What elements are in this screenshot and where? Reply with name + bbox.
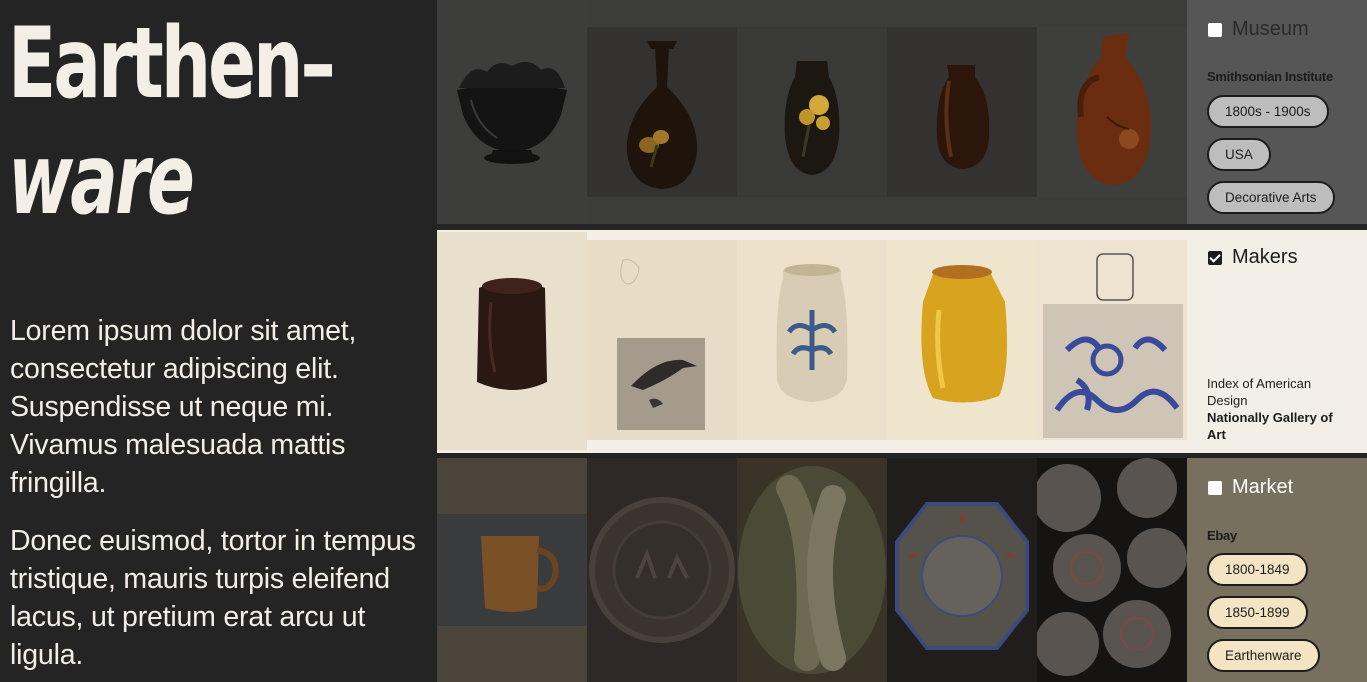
checkbox-icon[interactable] — [1208, 22, 1222, 37]
museum-filter-label: Museum — [1232, 18, 1309, 40]
intro-paragraph-1: Lorem ipsum dolor sit amet, consectetur … — [10, 315, 357, 499]
checked-checkbox-icon[interactable] — [1208, 250, 1222, 265]
makers-filter-checkbox[interactable]: Makers — [1208, 246, 1298, 269]
makers-filter-panel: Makers Index of American Design National… — [1187, 230, 1367, 453]
market-filter-checkbox[interactable]: Market — [1208, 476, 1293, 499]
museum-filter-panel: Museum Smithsonian Institute 1800s - 190… — [1187, 0, 1367, 224]
market-source: Ebay — [1207, 528, 1237, 543]
pottery-image-pitcher[interactable] — [1037, 27, 1187, 197]
photo-image-plate-set[interactable] — [1037, 458, 1187, 682]
photo-image-fish-platter[interactable] — [737, 458, 887, 682]
museum-source: Smithsonian Institute — [1207, 69, 1333, 84]
makers-source-institution: Nationally Gallery of Art — [1207, 410, 1333, 442]
chip-period-early[interactable]: 1800-1849 — [1207, 553, 1308, 586]
pottery-image-vase[interactable] — [587, 27, 737, 197]
chip-category[interactable]: Decorative Arts — [1207, 181, 1335, 214]
drawing-image-dark-jar[interactable] — [437, 232, 587, 450]
title-line-1: Earthen– — [8, 7, 336, 121]
photo-image-plate-relief[interactable] — [587, 458, 737, 682]
chip-material[interactable]: Earthenware — [1207, 639, 1320, 672]
drawing-image-yellow-jar[interactable] — [887, 240, 1037, 440]
chip-era[interactable]: 1800s - 1900s — [1207, 95, 1329, 128]
makers-source: Index of American Design Nationally Gall… — [1207, 375, 1347, 443]
pottery-image-bowl[interactable] — [437, 0, 587, 224]
intro-paragraph-2: Donec euismod, tortor in tempus tristiqu… — [10, 525, 416, 671]
checkbox-icon[interactable] — [1208, 480, 1222, 495]
market-filter-label: Market — [1232, 476, 1294, 498]
photo-image-mug[interactable] — [437, 458, 587, 682]
chip-country[interactable]: USA — [1207, 138, 1271, 171]
hero-panel: Earthen– ware Lorem ipsum dolor sit amet… — [0, 0, 437, 682]
drawing-image-blue-pattern[interactable] — [1037, 240, 1187, 440]
museum-filter-checkbox[interactable]: Museum — [1208, 18, 1309, 41]
pottery-image-jar[interactable] — [887, 27, 1037, 197]
makers-source-line: Index of American Design — [1207, 376, 1312, 408]
drawing-image-bird-tile[interactable] — [587, 240, 737, 440]
page-title: Earthen– ware — [8, 6, 336, 238]
photo-image-octagonal-plate[interactable] — [887, 458, 1037, 682]
market-filter-panel: Market Ebay 1800-1849 1850-1899 Earthenw… — [1187, 458, 1367, 682]
drawing-image-crock[interactable] — [737, 240, 887, 440]
chip-period-late[interactable]: 1850-1899 — [1207, 596, 1308, 629]
market-row: Market Ebay 1800-1849 1850-1899 Earthenw… — [437, 458, 1367, 682]
museum-row: Museum Smithsonian Institute 1800s - 190… — [437, 0, 1367, 224]
title-line-2: ware — [8, 123, 195, 237]
pottery-image-floral-vase[interactable] — [737, 27, 887, 197]
makers-row: Makers Index of American Design National… — [437, 230, 1367, 453]
makers-filter-label: Makers — [1232, 246, 1298, 268]
